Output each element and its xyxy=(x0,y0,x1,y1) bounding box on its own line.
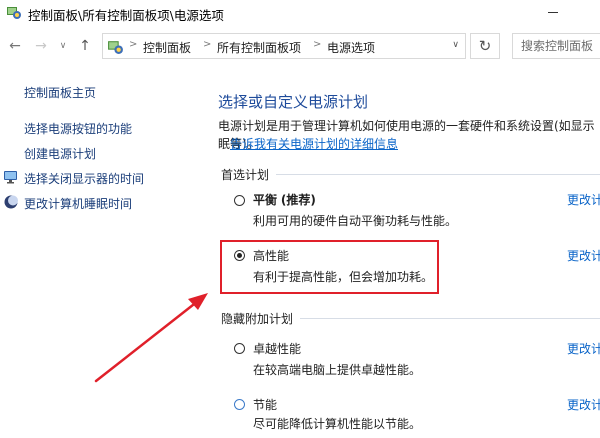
change-plan-link-high-performance[interactable]: 更改计 xyxy=(567,247,600,264)
radio-power-saver[interactable] xyxy=(234,399,245,410)
title-bar: 控制面板\所有控制面板项\电源选项 xyxy=(0,0,600,26)
page-description: 电源计划是用于管理计算机如何使用电源的一套硬件和系统设置(如显示 xyxy=(218,119,595,133)
section-divider xyxy=(276,174,600,175)
minimize-button[interactable] xyxy=(548,12,558,13)
preferred-plans-label: 首选计划 xyxy=(221,168,270,182)
change-plan-link-balanced[interactable]: 更改计 xyxy=(567,191,600,208)
navigation-bar: ← → ∨ ↑ > 控制面板 > 所有控制面板项 > 电源选项 ∨ ↻ xyxy=(0,30,600,62)
breadcrumb-all-items[interactable]: 所有控制面板项 xyxy=(217,39,301,56)
sidebar-item-power-button[interactable]: 选择电源按钮的功能 xyxy=(24,120,132,137)
radio-balanced[interactable] xyxy=(234,195,245,206)
back-button[interactable]: ← xyxy=(4,30,26,62)
search-box[interactable] xyxy=(512,33,600,59)
chevron-right-icon: > xyxy=(313,39,322,50)
refresh-button[interactable]: ↻ xyxy=(470,33,500,59)
sidebar-item-display-off[interactable]: 选择关闭显示器的时间 xyxy=(24,170,144,187)
recent-locations-dropdown[interactable]: ∨ xyxy=(56,30,70,62)
plan-name-balanced: 平衡 (推荐) xyxy=(253,191,316,208)
hidden-plans-label[interactable]: 隐藏附加计划 xyxy=(221,310,293,327)
control-panel-icon xyxy=(108,41,123,54)
plan-tag-recommended: (推荐) xyxy=(280,193,316,207)
up-button[interactable]: ↑ xyxy=(74,30,96,62)
breadcrumb-power-options[interactable]: 电源选项 xyxy=(327,39,375,56)
plan-name-text: 平衡 xyxy=(253,193,278,207)
chevron-right-icon: > xyxy=(129,39,138,50)
plan-desc-balanced: 利用可用的硬件自动平衡功耗与性能。 xyxy=(253,214,458,228)
address-bar[interactable]: > 控制面板 > 所有控制面板项 > 电源选项 ∨ xyxy=(102,33,466,59)
sidebar-item-create-plan[interactable]: 创建电源计划 xyxy=(24,145,96,162)
radio-ultimate-performance[interactable] xyxy=(234,343,245,354)
plan-name-power-saver: 节能 xyxy=(253,398,278,412)
control-panel-icon xyxy=(7,7,21,19)
plan-desc-ultimate-performance: 在较高端电脑上提供卓越性能。 xyxy=(253,363,422,377)
change-plan-link-power-saver[interactable]: 更改计 xyxy=(567,396,600,413)
forward-button[interactable]: → xyxy=(30,30,52,62)
moon-icon xyxy=(4,195,18,209)
change-plan-link-ultimate[interactable]: 更改计 xyxy=(567,340,600,357)
search-input[interactable] xyxy=(521,35,600,57)
section-divider xyxy=(300,318,600,319)
chevron-right-icon: > xyxy=(203,39,212,50)
chevron-down-icon[interactable]: ∨ xyxy=(452,40,459,50)
window-title: 控制面板\所有控制面板项\电源选项 xyxy=(28,8,224,23)
plan-desc-power-saver: 尽可能降低计算机性能以节能。 xyxy=(253,417,422,431)
sidebar-item-home[interactable]: 控制面板主页 xyxy=(24,84,96,101)
power-plan-info-link[interactable]: 告诉我有关电源计划的详细信息 xyxy=(230,135,398,152)
breadcrumb-control-panel[interactable]: 控制面板 xyxy=(143,39,191,56)
plan-name-ultimate-performance: 卓越性能 xyxy=(253,342,302,356)
highlight-box xyxy=(220,240,439,294)
page-title: 选择或自定义电源计划 xyxy=(218,93,369,111)
monitor-icon xyxy=(4,171,17,184)
sidebar-item-sleep[interactable]: 更改计算机睡眠时间 xyxy=(24,195,132,212)
